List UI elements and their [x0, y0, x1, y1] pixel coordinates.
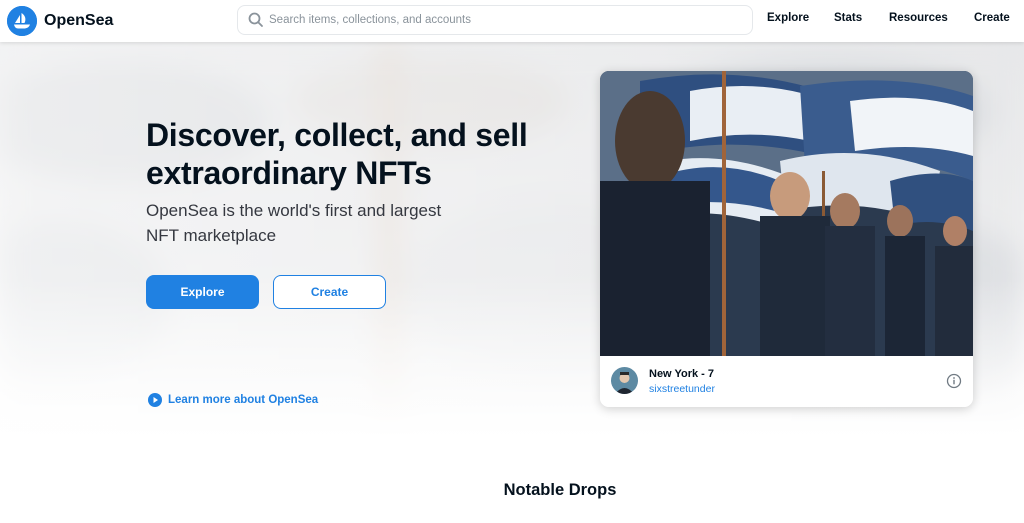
nav-stats[interactable]: Stats	[834, 12, 862, 24]
play-circle-icon	[148, 393, 162, 407]
hero-section: Discover, collect, and sell extraordinar…	[0, 42, 1024, 438]
nav-create[interactable]: Create	[974, 12, 1010, 24]
create-button[interactable]: Create	[273, 275, 386, 309]
search-bar[interactable]	[237, 5, 753, 35]
nav-resources[interactable]: Resources	[889, 12, 948, 24]
learn-more-label: Learn more about OpenSea	[168, 394, 319, 406]
featured-nft-card[interactable]: New York - 7 sixstreetunder	[600, 71, 973, 407]
hero-subtitle: OpenSea is the world's first and largest…	[146, 201, 442, 245]
featured-nft-image	[600, 71, 973, 356]
top-navbar: OpenSea Explore Stats Resources Create	[0, 0, 1024, 42]
hero-title: Discover, collect, and sell extraordinar…	[146, 117, 528, 191]
learn-more-link[interactable]: Learn more about OpenSea	[148, 393, 318, 407]
brand-link[interactable]: OpenSea	[7, 6, 113, 36]
brand-name: OpenSea	[44, 12, 114, 29]
explore-button[interactable]: Explore	[146, 275, 259, 309]
search-input[interactable]	[269, 14, 729, 26]
notable-drops-heading: Notable Drops	[503, 481, 617, 499]
info-icon[interactable]	[946, 373, 962, 389]
nft-creator-link[interactable]: sixstreetunder	[649, 383, 715, 395]
creator-avatar[interactable]	[611, 367, 638, 394]
featured-card-footer: New York - 7 sixstreetunder	[600, 356, 973, 407]
nft-title[interactable]: New York - 7	[649, 368, 714, 380]
nav-explore[interactable]: Explore	[767, 12, 809, 24]
opensea-logo-icon	[7, 6, 37, 36]
search-icon	[248, 12, 263, 27]
